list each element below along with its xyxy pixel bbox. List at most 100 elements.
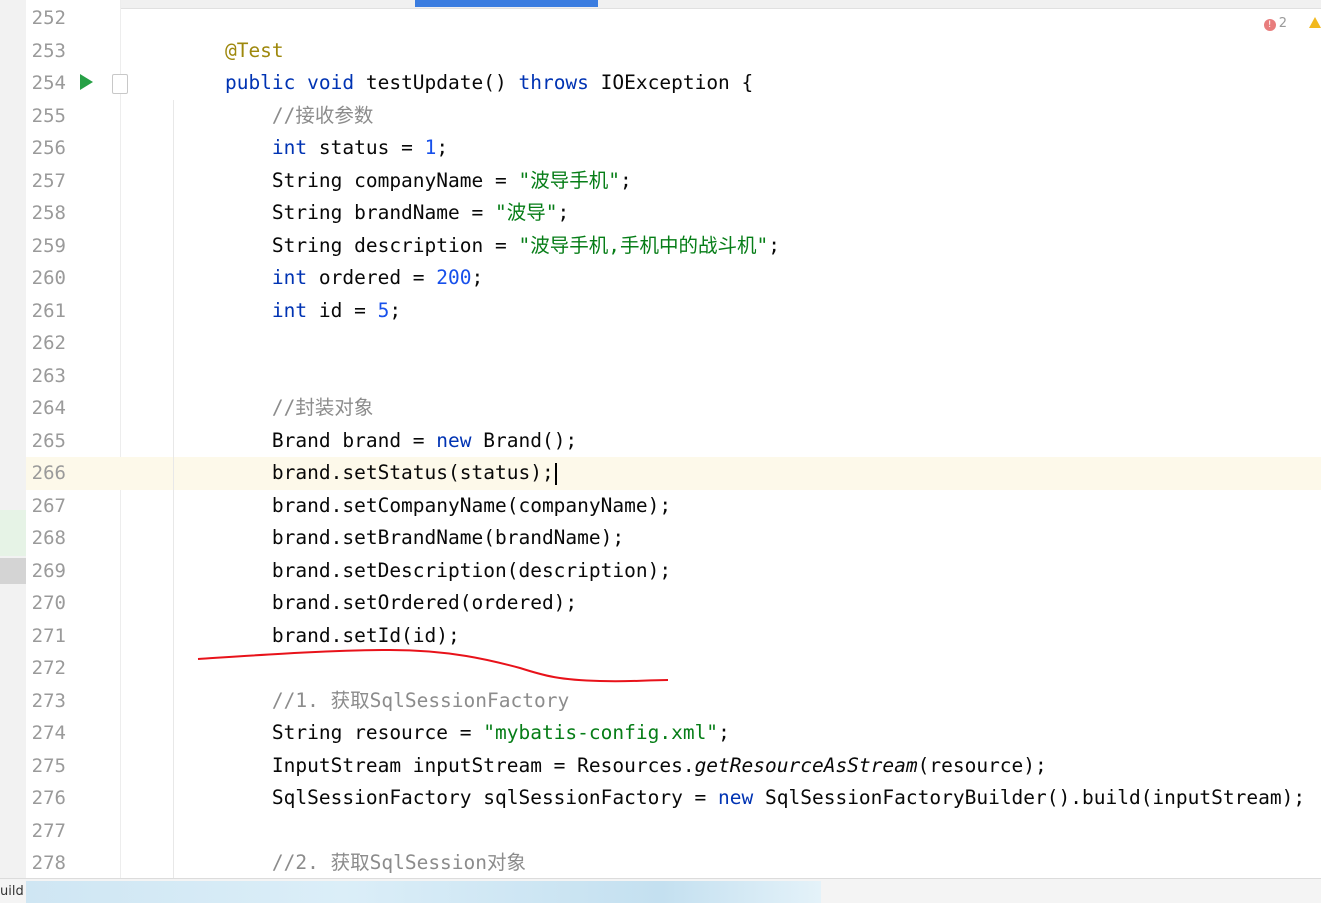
code-token: int: [178, 298, 319, 322]
indent-guide: [173, 100, 174, 878]
code-token: String brandName =: [178, 201, 495, 224]
line-number: 267: [31, 494, 66, 517]
code-token: throws: [518, 71, 601, 94]
code-line[interactable]: InputStream inputStream = Resources.getR…: [120, 750, 1321, 783]
line-number: 254: [31, 72, 66, 94]
code-token: brand.setOrdered(ordered);: [178, 591, 578, 614]
code-line[interactable]: brand.setCompanyName(companyName);: [120, 490, 1321, 523]
line-number: 274: [31, 722, 66, 744]
code-editor[interactable]: @Test public void testUpdate() throws IO…: [120, 0, 1321, 878]
code-token: //封装对象: [178, 396, 374, 419]
code-token: "波导手机": [518, 168, 620, 192]
run-test-icon[interactable]: [80, 74, 93, 90]
code-line[interactable]: //1. 获取SqlSessionFactory: [120, 685, 1321, 718]
code-line[interactable]: int ordered = 200;: [120, 262, 1321, 295]
code-token: getResourceAsStream: [694, 753, 918, 777]
line-number: 264: [31, 397, 66, 419]
code-line[interactable]: public void testUpdate() throws IOExcept…: [120, 67, 1321, 100]
code-token: public void: [178, 71, 366, 94]
line-number: 258: [31, 202, 66, 224]
code-token: brand.setDescription(description);: [178, 558, 672, 582]
code-token: InputStream inputStream = Resources.: [178, 753, 695, 777]
fold-icon[interactable]: [112, 74, 128, 94]
code-token: ;: [768, 233, 780, 257]
code-token: @Test: [178, 38, 284, 62]
code-line[interactable]: String companyName = "波导手机";: [120, 165, 1321, 198]
code-text: String companyName = "波导手机";: [178, 165, 632, 197]
code-token: 200: [436, 266, 472, 289]
status-bar: uild: [0, 878, 1321, 903]
code-text: int id = 5;: [178, 295, 401, 327]
code-line[interactable]: brand.setId(id);: [120, 620, 1321, 653]
code-line[interactable]: [120, 2, 1321, 35]
code-token: String description =: [178, 233, 519, 257]
code-token: //1. 获取SqlSessionFactory: [178, 688, 570, 712]
line-number: 253: [31, 39, 66, 62]
line-number: 278: [31, 852, 66, 874]
code-token: ;: [557, 201, 570, 224]
line-number: 276: [31, 787, 66, 809]
code-text: @Test: [178, 35, 284, 67]
change-marker: [0, 558, 26, 584]
line-number: 277: [31, 819, 66, 842]
code-text: String brandName = "波导";: [178, 197, 569, 229]
code-token: String companyName =: [178, 168, 519, 192]
line-number: 259: [31, 234, 66, 257]
code-line[interactable]: Brand brand = new Brand();: [120, 425, 1321, 458]
line-number: 266: [31, 462, 66, 484]
code-text: public void testUpdate() throws IOExcept…: [178, 67, 753, 99]
code-line[interactable]: [120, 360, 1321, 393]
code-token: int: [178, 136, 319, 159]
code-token: IOException {: [600, 71, 754, 94]
code-token: 1: [424, 136, 437, 159]
code-text: //1. 获取SqlSessionFactory: [178, 685, 569, 717]
code-line[interactable]: String description = "波导手机,手机中的战斗机";: [120, 230, 1321, 263]
code-token: "波导": [494, 201, 558, 224]
line-number: 260: [31, 267, 66, 289]
code-line[interactable]: brand.setStatus(status);: [120, 457, 1321, 490]
line-number: 263: [31, 364, 66, 387]
code-line[interactable]: brand.setDescription(description);: [120, 555, 1321, 588]
line-number: 262: [31, 332, 66, 354]
code-text: InputStream inputStream = Resources.getR…: [178, 750, 1047, 782]
code-line[interactable]: SqlSessionFactory sqlSessionFactory = ne…: [120, 782, 1321, 815]
code-text: brand.setBrandName(brandName);: [178, 522, 624, 554]
code-text: SqlSessionFactory sqlSessionFactory = ne…: [178, 782, 1305, 814]
build-tool-label[interactable]: uild: [0, 884, 24, 899]
code-token: SqlSessionFactoryBuilder().build(inputSt…: [765, 786, 1306, 809]
line-number: 268: [31, 527, 66, 549]
code-text: Brand brand = new Brand();: [178, 425, 577, 457]
code-line[interactable]: brand.setBrandName(brandName);: [120, 522, 1321, 555]
line-number: 257: [31, 169, 66, 192]
line-number: 255: [31, 104, 66, 127]
code-line[interactable]: String resource = "mybatis-config.xml";: [120, 717, 1321, 750]
code-line[interactable]: @Test: [120, 35, 1321, 68]
line-number-gutter: 252 253 254 255 256 257 258 259 260 261 262 263 264 2…: [26, 0, 121, 878]
line-number: 270: [31, 592, 66, 614]
code-token: "mybatis-config.xml": [483, 721, 719, 744]
code-line[interactable]: String brandName = "波导";: [120, 197, 1321, 230]
code-line[interactable]: //2. 获取SqlSession对象: [120, 847, 1321, 880]
code-line[interactable]: [120, 327, 1321, 360]
line-number: 272: [31, 657, 66, 679]
code-line[interactable]: //封装对象: [120, 392, 1321, 425]
text-caret: [554, 462, 557, 485]
code-line[interactable]: int id = 5;: [120, 295, 1321, 328]
code-line[interactable]: brand.setOrdered(ordered);: [120, 587, 1321, 620]
code-text: brand.setStatus(status);: [178, 457, 557, 489]
code-token: ;: [471, 266, 484, 289]
code-line[interactable]: [120, 652, 1321, 685]
code-token: ;: [619, 168, 632, 192]
inspection-widget[interactable]: ! 2: [1263, 16, 1287, 31]
code-token: ;: [718, 721, 730, 744]
line-number: 252: [31, 7, 66, 29]
code-text: int status = 1;: [178, 132, 448, 164]
code-line[interactable]: int status = 1;: [120, 132, 1321, 165]
code-text: brand.setCompanyName(companyName);: [178, 490, 671, 522]
code-token: brand.setStatus(status);: [178, 461, 554, 484]
editor-scrollbar[interactable]: [1313, 0, 1321, 878]
code-line[interactable]: //接收参数: [120, 100, 1321, 133]
change-marker: [0, 510, 26, 556]
code-line[interactable]: [120, 815, 1321, 848]
code-token: testUpdate(): [365, 71, 519, 94]
